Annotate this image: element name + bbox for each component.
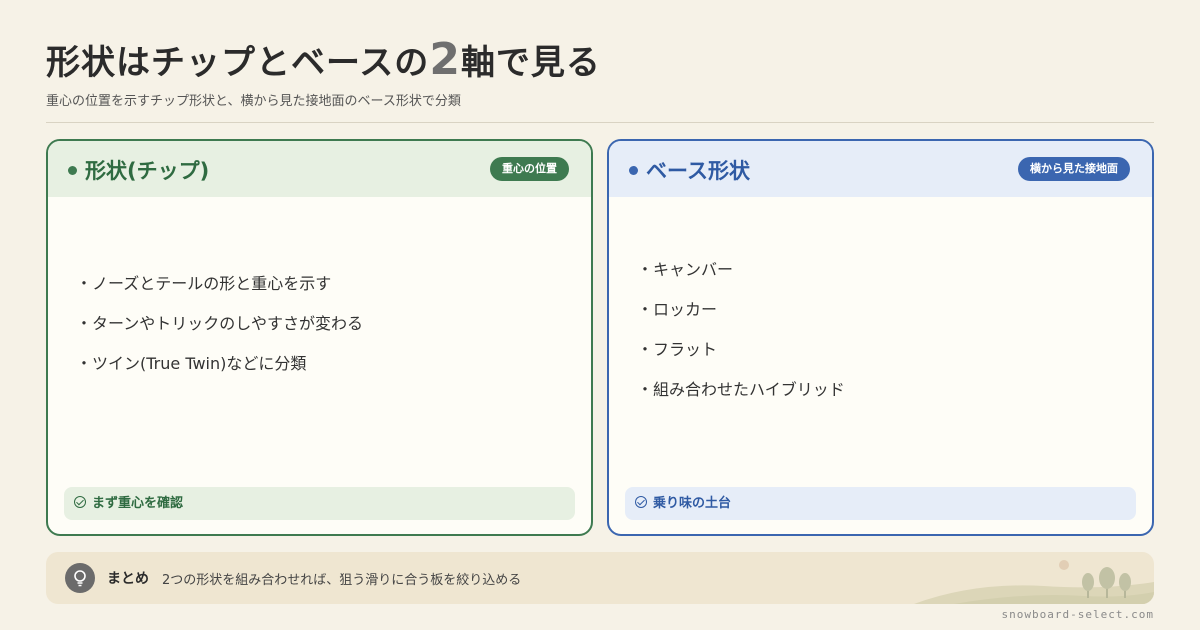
check-circle-icon (635, 496, 647, 508)
base-card-footer: 乗り味の土台 (625, 487, 1136, 520)
base-shape-card: ベース形状 横から見た接地面 キャンバー ロッカー フラット 組み合わせたハイブ… (607, 139, 1154, 536)
list-item: ツイン(True Twin)などに分類 (76, 353, 363, 393)
base-card-badge: 横から見た接地面 (1018, 157, 1130, 181)
base-card-title: ベース形状 (629, 155, 750, 185)
list-item: キャンバー (637, 259, 845, 299)
list-item: ロッカー (637, 299, 845, 339)
dot-icon (68, 165, 77, 175)
lightbulb-icon (65, 563, 95, 593)
dot-icon (629, 165, 638, 175)
summary-text: 2つの形状を組み合わせれば、狙う滑りに合う板を絞り込める (162, 573, 522, 588)
footer-url[interactable]: snowboard-select.com (1002, 608, 1154, 621)
summary-bar: まとめ 2つの形状を組み合わせれば、狙う滑りに合う板を絞り込める (46, 552, 1154, 604)
chip-card-title: 形状(チップ) (68, 155, 209, 185)
page-title: 形状はチップとベースの2軸で見る (46, 34, 601, 85)
title-number: 2 (429, 34, 461, 85)
chip-card-footer-text: まず重心を確認 (92, 496, 184, 511)
chip-card-badge: 重心の位置 (490, 157, 569, 181)
mountain-tree-decoration (914, 560, 1154, 604)
title-suffix: 軸で見る (460, 43, 601, 83)
chip-shape-card: 形状(チップ) 重心の位置 ノーズとテールの形と重心を示す ターンやトリックのし… (46, 139, 593, 536)
base-card-title-text: ベース形状 (646, 159, 750, 183)
list-item: ノーズとテールの形と重心を示す (76, 273, 363, 313)
chip-card-title-text: 形状(チップ) (85, 159, 210, 183)
chip-card-header: 形状(チップ) 重心の位置 (48, 141, 591, 197)
summary-label: まとめ (107, 571, 149, 587)
title-prefix: 形状はチップとベースの (46, 43, 430, 83)
page-subtitle: 重心の位置を示すチップ形状と、横から見た接地面のベース形状で分類 (46, 94, 461, 109)
check-circle-icon (74, 496, 86, 508)
header-divider (46, 122, 1154, 123)
chip-card-footer: まず重心を確認 (64, 487, 575, 520)
list-item: ターンやトリックのしやすさが変わる (76, 313, 363, 353)
list-item: 組み合わせたハイブリッド (637, 379, 845, 419)
base-card-header: ベース形状 横から見た接地面 (609, 141, 1152, 197)
base-card-footer-text: 乗り味の土台 (653, 496, 732, 511)
list-item: フラット (637, 339, 845, 379)
chip-card-list: ノーズとテールの形と重心を示す ターンやトリックのしやすさが変わる ツイン(Tr… (76, 273, 363, 393)
base-card-list: キャンバー ロッカー フラット 組み合わせたハイブリッド (637, 259, 845, 419)
